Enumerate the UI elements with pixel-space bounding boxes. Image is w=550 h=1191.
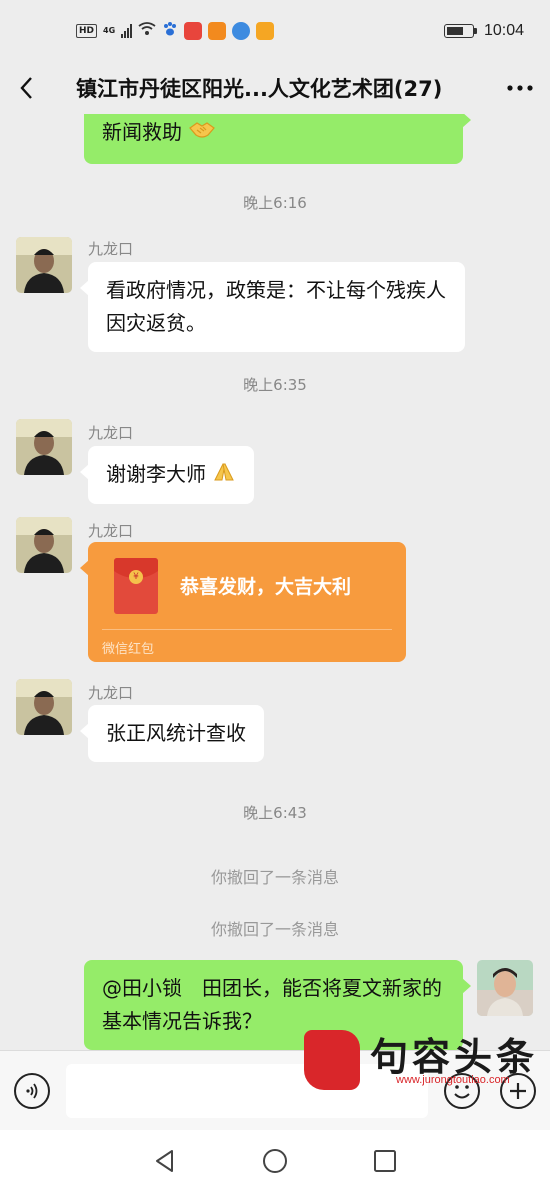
avatar[interactable] [16, 679, 72, 735]
system-nav-bar [0, 1130, 550, 1191]
message-bubble-outgoing[interactable]: @田小锁 田团长，能否将夏文新家的基本情况告诉我？ [84, 960, 471, 1050]
paw-icon [162, 21, 178, 41]
hd-indicator: HD [76, 24, 98, 38]
triangle-back-icon [156, 1149, 173, 1172]
chat-header: 镇江市丹徒区阳光...人文化艺术团(27) [0, 62, 550, 114]
message-bubble-incoming[interactable]: 谢谢李大师 [79, 446, 255, 504]
nav-back-button[interactable] [145, 1141, 185, 1181]
more-dots-icon [507, 85, 533, 91]
red-packet-icon: ¥ [114, 558, 158, 614]
recall-notice: 你撤回了一条消息 [210, 868, 339, 887]
avatar[interactable] [16, 237, 72, 293]
timestamp: 晚上6:35 [243, 376, 307, 394]
recall-notice: 你撤回了一条消息 [210, 920, 339, 939]
avatar[interactable] [16, 517, 72, 573]
red-packet-card[interactable]: ¥ 恭喜发财，大吉大利 微信红包 [80, 542, 406, 662]
chat-title: 镇江市丹徒区阳光...人文化艺术团(27) [76, 77, 443, 101]
my-avatar[interactable] [477, 960, 533, 1016]
message-bubble-incoming[interactable]: 看政府情况，政策是：不让每个残疾人因灾返贫。 [80, 262, 465, 352]
message-text: 谢谢李大师 [106, 462, 206, 486]
globe-app-icon [232, 22, 251, 40]
circle-home-icon [263, 1148, 287, 1173]
message-text: 新闻救助 [102, 120, 182, 144]
message-text: 看政府情况，政策是：不让每个残疾人因灾返贫。 [106, 278, 446, 335]
message-bubble-incoming[interactable]: 张正风统计查收 [80, 705, 264, 762]
back-arrow-icon [20, 77, 32, 99]
sender-name: 九龙口 [88, 424, 134, 442]
battery-icon [443, 24, 477, 38]
wifi-icon [138, 22, 156, 40]
nav-home-button[interactable] [255, 1141, 295, 1181]
more-functions-button[interactable] [500, 1073, 536, 1109]
video-app-icon [208, 22, 227, 40]
praying-hands-emoji-icon [212, 459, 236, 492]
message-bubble-outgoing[interactable]: 新闻救助 [84, 114, 471, 164]
smiley-icon [454, 1085, 470, 1099]
avatar[interactable] [16, 419, 72, 475]
red-packet-label: 微信红包 [102, 642, 155, 657]
message-list[interactable]: 新闻救助 晚上6:16 九龙口 看政府情况，政策是：不让每个残疾人因灾返贫。 晚… [0, 114, 550, 1050]
divider [102, 629, 392, 630]
status-bar: HD 4G 10:04 [0, 0, 550, 62]
sender-name: 九龙口 [88, 240, 134, 258]
input-bar [0, 1050, 550, 1130]
timestamp: 晚上6:43 [243, 804, 307, 822]
sender-name: 九龙口 [88, 522, 134, 540]
timestamp: 晚上6:16 [243, 194, 307, 212]
square-recents-icon [374, 1149, 396, 1172]
book-app-icon [184, 22, 203, 40]
signal-icon [121, 24, 133, 38]
voice-wave-icon [26, 1083, 38, 1099]
message-input[interactable] [66, 1064, 428, 1118]
network-type: 4G [103, 26, 116, 35]
store-app-icon [256, 22, 275, 40]
sender-name: 九龙口 [88, 684, 134, 702]
status-icons-left: HD 4G [76, 21, 275, 41]
clock: 10:04 [483, 22, 524, 39]
message-text: 张正风统计查收 [106, 721, 246, 745]
message-text: @田小锁 田团长，能否将夏文新家的基本情况告诉我？ [102, 976, 442, 1033]
red-packet-title: 恭喜发财，大吉大利 [180, 576, 352, 598]
handshake-emoji-icon [188, 117, 216, 150]
plus-icon [510, 1083, 526, 1099]
voice-button[interactable] [14, 1073, 50, 1109]
nav-recents-button[interactable] [365, 1141, 405, 1181]
back-button[interactable] [0, 62, 54, 114]
emoji-button[interactable] [444, 1073, 480, 1109]
status-icons-right: 10:04 [443, 22, 524, 40]
more-options-button[interactable] [490, 62, 550, 114]
